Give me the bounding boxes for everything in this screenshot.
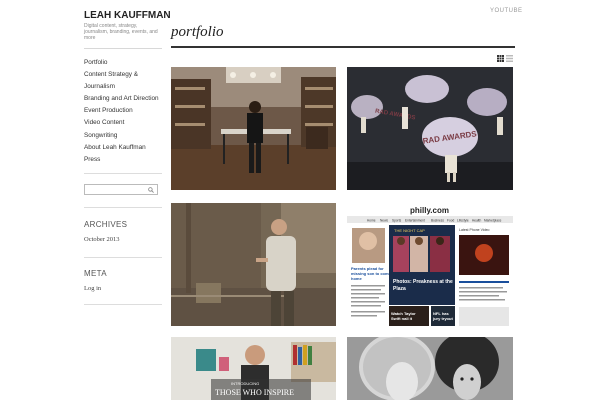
portfolio-item-two-women[interactable] xyxy=(347,337,513,400)
svg-text:INTRODUCING: INTRODUCING xyxy=(231,381,259,386)
archives-heading: ARCHIVES xyxy=(84,220,128,229)
those-who-inspire-photo: INTRODUCING THOSE WHO INSPIRE xyxy=(171,337,336,400)
nav-item-branding[interactable]: Branding and Art Direction xyxy=(84,93,162,105)
nav-item-journalism[interactable]: Journalism xyxy=(84,81,162,93)
svg-text:Home: Home xyxy=(367,219,376,223)
svg-text:Photos: Preakness at the: Photos: Preakness at the xyxy=(393,279,453,285)
divider xyxy=(84,48,162,49)
svg-text:home: home xyxy=(351,276,362,281)
svg-text:Health: Health xyxy=(472,219,481,223)
svg-text:Sports: Sports xyxy=(392,219,402,223)
svg-text:THE NIGHT CAP: THE NIGHT CAP xyxy=(394,228,425,233)
nav-item-event-production[interactable]: Event Production xyxy=(84,105,162,117)
sidebar: LEAH KAUFFMAN Digital content, strategy,… xyxy=(84,10,171,166)
man-portrait-photo xyxy=(171,203,336,326)
page-title: portfolio xyxy=(171,24,224,40)
nav-item-press[interactable]: Press xyxy=(84,154,162,166)
nav-item-content-strategy[interactable]: Content Strategy & xyxy=(84,69,162,81)
archive-link-october-2013[interactable]: October 2013 xyxy=(84,236,120,243)
store-photo xyxy=(171,67,336,190)
site-title[interactable]: LEAH KAUFFMAN xyxy=(84,10,171,22)
login-link[interactable]: Log in xyxy=(84,285,101,292)
nav-item-about[interactable]: About Leah Kauffman xyxy=(84,142,162,154)
nav-item-video-content[interactable]: Video Content xyxy=(84,117,162,129)
nav-item-portfolio[interactable]: Portfolio xyxy=(84,57,162,69)
search-icon[interactable] xyxy=(148,187,154,193)
site-tagline: Digital content, strategy, journalism, b… xyxy=(84,23,158,41)
grid-view-icon[interactable] xyxy=(497,55,504,62)
divider xyxy=(84,173,162,174)
divider xyxy=(84,257,162,258)
portfolio-item-those-who-inspire[interactable]: INTRODUCING THOSE WHO INSPIRE xyxy=(171,337,336,400)
portfolio-item-rad-awards[interactable]: RAD AWARDS RAD AWARDS xyxy=(347,67,513,190)
rad-awards-photo: RAD AWARDS RAD AWARDS xyxy=(347,67,513,190)
divider xyxy=(84,207,162,208)
portfolio-item-philly-com[interactable]: philly.com Home News Sports Entertainmen… xyxy=(347,203,513,326)
svg-text:Swift nail it: Swift nail it xyxy=(391,316,413,321)
youtube-link[interactable]: YOUTUBE xyxy=(490,8,523,14)
those-who-inspire-text: THOSE WHO INSPIRE xyxy=(215,388,294,397)
list-view-icon[interactable] xyxy=(506,55,513,62)
svg-text:Business: Business xyxy=(431,219,444,223)
philly-logo: philly.com xyxy=(410,206,449,215)
philly-com-screenshot: philly.com Home News Sports Entertainmen… xyxy=(347,203,513,326)
svg-text:Plaza: Plaza xyxy=(393,286,406,292)
nav-item-songwriting[interactable]: Songwriting xyxy=(84,130,162,142)
divider xyxy=(84,304,162,305)
portfolio-item-store[interactable] xyxy=(171,67,336,190)
svg-text:Food: Food xyxy=(447,219,454,223)
svg-text:Entertainment: Entertainment xyxy=(405,219,425,223)
svg-text:Marketplace: Marketplace xyxy=(484,219,502,223)
meta-heading: META xyxy=(84,269,107,278)
svg-text:jury tryout: jury tryout xyxy=(432,316,453,321)
search-input[interactable] xyxy=(84,184,158,195)
svg-text:Lifestyle: Lifestyle xyxy=(457,219,469,223)
portfolio-item-portrait[interactable] xyxy=(171,203,336,326)
two-women-bw-photo xyxy=(347,337,513,400)
main-nav: Portfolio Content Strategy & Journalism … xyxy=(84,57,162,166)
title-rule xyxy=(171,46,515,48)
svg-text:Latest Phone Video: Latest Phone Video xyxy=(459,228,490,232)
svg-text:News: News xyxy=(380,219,388,223)
